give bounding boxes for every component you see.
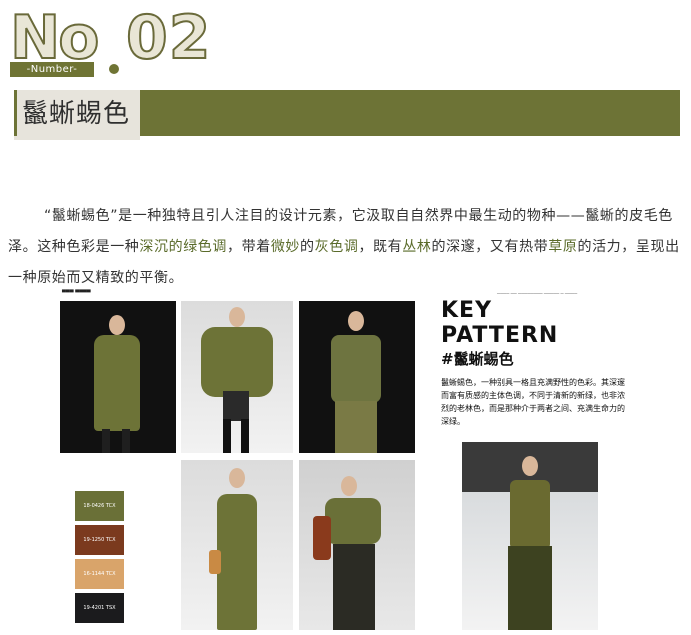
key-pattern-title: KEY PATTERN xyxy=(441,298,558,348)
para-seg: ，带着 xyxy=(227,239,271,255)
section-number: 02 xyxy=(125,3,212,73)
runway-photo-5 xyxy=(299,460,415,630)
para-highlight: 微妙 xyxy=(270,239,301,255)
para-seg: ，既有 xyxy=(358,239,403,255)
para-highlight: 丛林 xyxy=(402,239,432,255)
color-swatch: 16-1144 TCX xyxy=(75,559,124,589)
color-swatch: 19-4201 TSX xyxy=(75,593,124,623)
para-highlight: 深沉的绿色调 xyxy=(139,239,228,255)
color-swatch: 19-1250 TCX xyxy=(75,525,124,555)
key-pattern-body: 鬣蜥蜴色，一种别具一格且充满野性的色彩。其深邃而富有质感的主体色调，不同于清新的… xyxy=(441,378,625,426)
para-highlight: 草原 xyxy=(548,239,578,255)
runway-photo-2 xyxy=(181,301,293,453)
runway-photo-6 xyxy=(462,442,598,630)
number-label: -Number- xyxy=(10,62,94,77)
color-swatch: 18-0426 TCX xyxy=(75,491,124,521)
para-highlight: 灰色调 xyxy=(314,239,359,255)
title-accent-bar xyxy=(14,90,17,136)
key-pattern-title-text: KEY PATTERN xyxy=(441,298,559,348)
runway-photo-4 xyxy=(181,460,293,630)
body-paragraph: “鬣蜥蜴色”是一种独特且引人注目的设计元素，它汲取自自然界中最生动的物种——鬣蜥… xyxy=(8,201,686,294)
collage-top-label: ▀▀▀ ▀▀▀▀ xyxy=(62,290,91,296)
runway-photo-1 xyxy=(60,301,176,453)
para-seg: 的深邃，又有热带 xyxy=(431,239,549,255)
number-dot xyxy=(109,64,119,74)
runway-photo-3 xyxy=(299,301,415,453)
number-prefix: No xyxy=(9,3,100,73)
para-seg: 的 xyxy=(300,239,315,255)
section-title: 鬣蜥蜴色 xyxy=(22,99,131,129)
key-pattern-subtitle: #鬣蜥蜴色 xyxy=(441,350,514,368)
key-pattern-top-label: ▁▁▁▁ ▁▁ ▁▁▁▁▁▁▁▁ ▁▁▁▁▁ ▁ ▁▁▁▁ xyxy=(497,289,578,294)
